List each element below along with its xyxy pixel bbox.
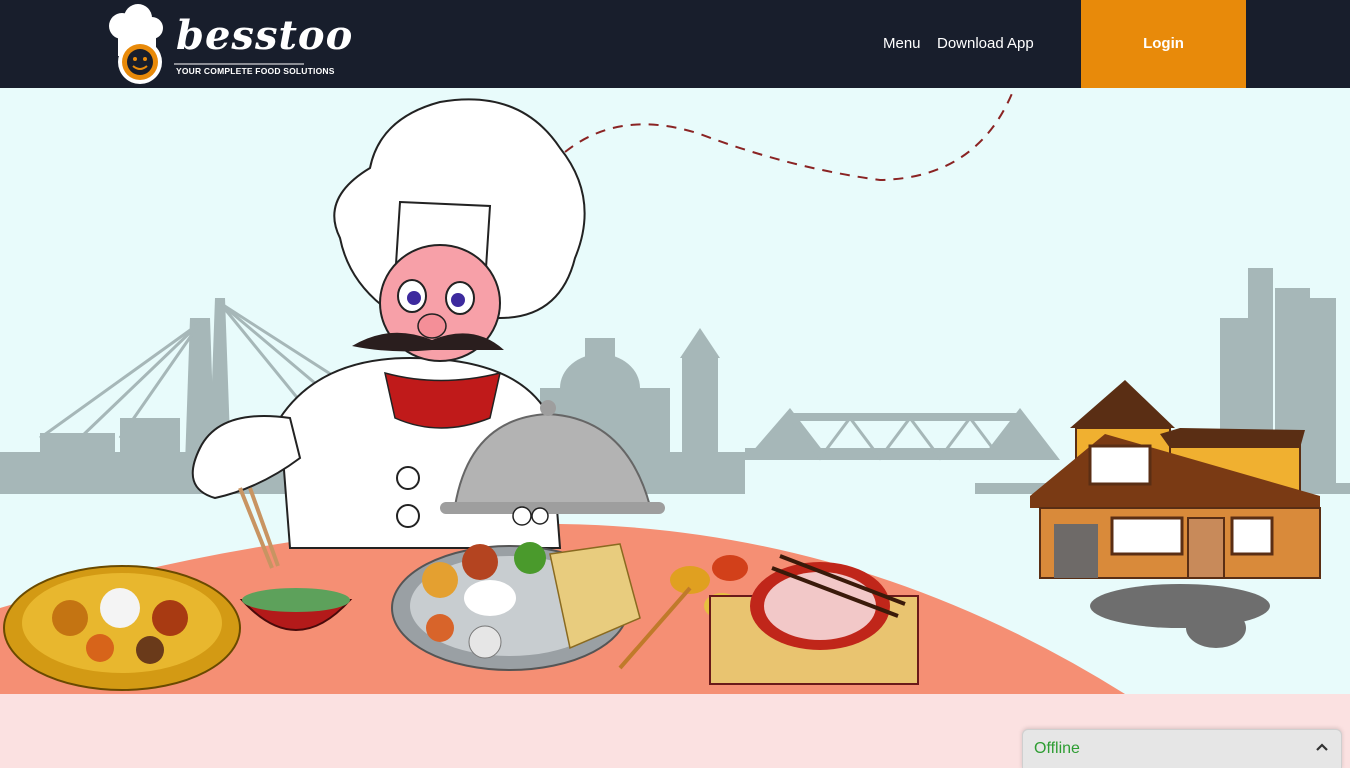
logo-tagline: YOUR COMPLETE FOOD SOLUTIONS	[176, 66, 335, 76]
hero-banner	[0, 88, 1350, 694]
thali-plate-icon	[3, 565, 241, 691]
nav-link-download-app[interactable]: Download App	[937, 35, 1034, 52]
login-button[interactable]: Login	[1081, 0, 1246, 88]
chat-status-label: Offline	[1034, 740, 1080, 757]
chat-widget[interactable]: Offline	[1022, 729, 1342, 768]
logo-wordmark: besstoo	[176, 12, 354, 59]
top-navbar: besstoo YOUR COMPLETE FOOD SOLUTIONS Men…	[0, 0, 1350, 88]
dashed-path	[564, 88, 1016, 182]
hero-illustration	[0, 88, 1350, 694]
chevron-up-icon[interactable]	[1313, 738, 1331, 756]
nav-link-menu[interactable]: Menu	[883, 35, 921, 52]
